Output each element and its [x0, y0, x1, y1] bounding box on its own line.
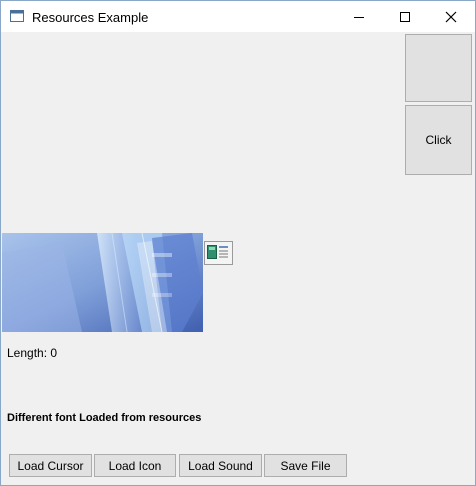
document-resource-icon — [204, 241, 233, 265]
maximize-icon — [400, 11, 410, 22]
maximize-button[interactable] — [382, 1, 428, 32]
load-sound-button[interactable]: Load Sound — [179, 454, 262, 477]
main-window: Resources Example Click Length: 0 Differ… — [0, 0, 476, 486]
minimize-icon — [354, 16, 364, 18]
load-icon-button[interactable]: Load Icon — [94, 454, 176, 477]
length-label: Length: 0 — [7, 346, 58, 360]
close-icon — [445, 11, 457, 22]
client-area: Click Length: 0 Different font Loaded fr… — [1, 32, 475, 485]
font-label: Different font Loaded from resources — [7, 412, 202, 424]
picture-image — [2, 233, 203, 332]
save-file-button[interactable]: Save File — [264, 454, 347, 477]
load-cursor-button[interactable]: Load Cursor — [9, 454, 92, 477]
resource-picture — [2, 233, 203, 332]
top-right-button[interactable] — [405, 34, 472, 102]
click-button[interactable]: Click — [405, 105, 472, 175]
title-bar[interactable]: Resources Example — [1, 1, 475, 32]
window-title: Resources Example — [32, 10, 149, 25]
minimize-button[interactable] — [336, 1, 382, 32]
app-icon — [10, 10, 24, 22]
close-button[interactable] — [428, 1, 474, 32]
